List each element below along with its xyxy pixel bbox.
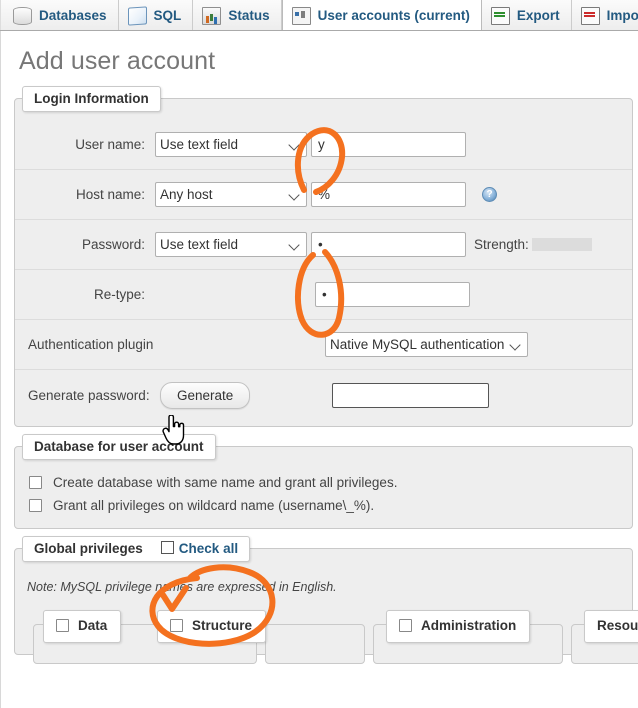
- wildcard-privileges-label: Grant all privileges on wildcard name (u…: [53, 498, 375, 513]
- check-all-checkbox[interactable]: [160, 541, 174, 554]
- host-name-label: Host name:: [75, 187, 145, 202]
- status-icon: [202, 6, 222, 25]
- database-for-user-legend: Database for user account: [22, 434, 216, 460]
- host-name-select-wrap: Any host: [155, 182, 307, 207]
- login-information-fieldset: Login Information User name: Use text fi…: [14, 86, 633, 427]
- tab-sql[interactable]: SQL: [118, 0, 194, 30]
- password-input[interactable]: [311, 232, 466, 257]
- tab-export[interactable]: Export: [481, 0, 572, 30]
- strength-bar: [531, 238, 592, 251]
- tab-export-label: Export: [516, 7, 560, 23]
- page-title: Add user account: [19, 47, 216, 75]
- login-information-legend: Login Information: [22, 86, 161, 112]
- global-privileges-legend: Global privileges Check all: [22, 536, 251, 562]
- user-name-select-wrap: Use text field: [155, 132, 307, 157]
- privilege-groups-row: Data Structure Administration Resource l: [15, 610, 638, 664]
- user-name-label: User name:: [75, 137, 145, 152]
- password-strength-label: Strength:: [474, 237, 592, 252]
- tab-import[interactable]: Import: [571, 0, 638, 30]
- create-database-checkbox[interactable]: [29, 476, 42, 489]
- structure-group-label: Structure: [192, 618, 253, 633]
- host-name-mode-select[interactable]: Any host: [155, 182, 307, 207]
- structure-privileges-fieldset: [265, 624, 365, 664]
- data-group-label: Data: [78, 618, 108, 633]
- tab-databases[interactable]: Databases: [0, 0, 119, 30]
- auth-plugin-select[interactable]: Native MySQL authentication: [325, 332, 528, 357]
- resource-limits-privileges-legend[interactable]: Resource limits: [584, 610, 638, 643]
- global-privileges-legend-text: Global privileges: [34, 541, 143, 556]
- main-tab-bar: Databases SQL Status User accounts (curr…: [0, 0, 638, 31]
- generate-password-label: Generate password:: [28, 387, 150, 403]
- tab-import-label: Import: [606, 7, 638, 23]
- user-name-mode-select[interactable]: Use text field: [155, 132, 307, 157]
- database-for-user-fieldset: Database for user account Create databas…: [14, 434, 633, 529]
- phpmyadmin-add-user-screen: Databases SQL Status User accounts (curr…: [0, 0, 638, 708]
- tab-status-label: Status: [228, 7, 270, 23]
- tab-user-accounts-label: User accounts (current): [317, 7, 470, 23]
- help-icon[interactable]: ?: [482, 187, 497, 202]
- tab-user-accounts[interactable]: User accounts (current): [281, 0, 482, 30]
- tab-databases-label: Databases: [39, 7, 107, 23]
- user-accounts-icon: [291, 7, 311, 25]
- checkbox-row-create-database[interactable]: Create database with same name and grant…: [15, 471, 632, 494]
- row-retype: Re-type:: [15, 270, 632, 320]
- tab-status[interactable]: Status: [193, 0, 282, 30]
- tab-sql-label: SQL: [153, 7, 182, 23]
- wildcard-privileges-checkbox[interactable]: [29, 499, 42, 512]
- privileges-note: Note: MySQL privilege names are expresse…: [27, 580, 337, 594]
- page-content: Add user account Login Information User …: [0, 31, 638, 708]
- row-password: Password: Use text field Strength:: [15, 220, 632, 270]
- retype-label: Re-type:: [93, 287, 145, 302]
- password-label: Password:: [81, 237, 145, 252]
- password-mode-select[interactable]: Use text field: [155, 232, 307, 257]
- user-name-input[interactable]: [311, 132, 466, 157]
- create-database-label: Create database with same name and grant…: [53, 475, 398, 490]
- sql-icon: [127, 5, 147, 26]
- database-icon: [13, 6, 32, 25]
- resource-limits-group-label: Resource limits: [597, 618, 638, 633]
- checkbox-row-wildcard-privileges[interactable]: Grant all privileges on wildcard name (u…: [15, 494, 632, 517]
- strength-text: Strength:: [474, 237, 529, 252]
- auth-plugin-select-wrap: Native MySQL authentication: [325, 332, 528, 357]
- data-group-checkbox[interactable]: [56, 619, 69, 632]
- password-select-wrap: Use text field: [155, 232, 307, 257]
- administration-group-label: Administration: [421, 618, 517, 633]
- global-privileges-fieldset: Global privileges Check all Note: MySQL p…: [14, 536, 638, 664]
- export-icon: [490, 7, 510, 25]
- row-generate-password: Generate password: Generate: [15, 370, 632, 420]
- structure-group-checkbox[interactable]: [170, 619, 183, 632]
- check-all-control[interactable]: Check all: [160, 541, 239, 556]
- generated-password-input[interactable]: [332, 382, 490, 408]
- structure-privileges-legend[interactable]: Structure: [157, 610, 267, 643]
- import-icon: [580, 7, 600, 25]
- data-privileges-legend[interactable]: Data: [43, 610, 122, 643]
- host-name-input[interactable]: [311, 182, 466, 207]
- auth-plugin-label: Authentication plugin: [28, 337, 154, 352]
- generate-button[interactable]: Generate: [160, 381, 251, 409]
- administration-privileges-legend[interactable]: Administration: [386, 610, 531, 643]
- administration-group-checkbox[interactable]: [399, 619, 412, 632]
- row-host-name: Host name: Any host ?: [15, 170, 632, 220]
- retype-password-input[interactable]: [315, 282, 470, 307]
- check-all-label: Check all: [178, 541, 239, 556]
- row-user-name: User name: Use text field: [15, 120, 632, 170]
- row-auth-plugin: Authentication plugin Native MySQL authe…: [15, 320, 632, 370]
